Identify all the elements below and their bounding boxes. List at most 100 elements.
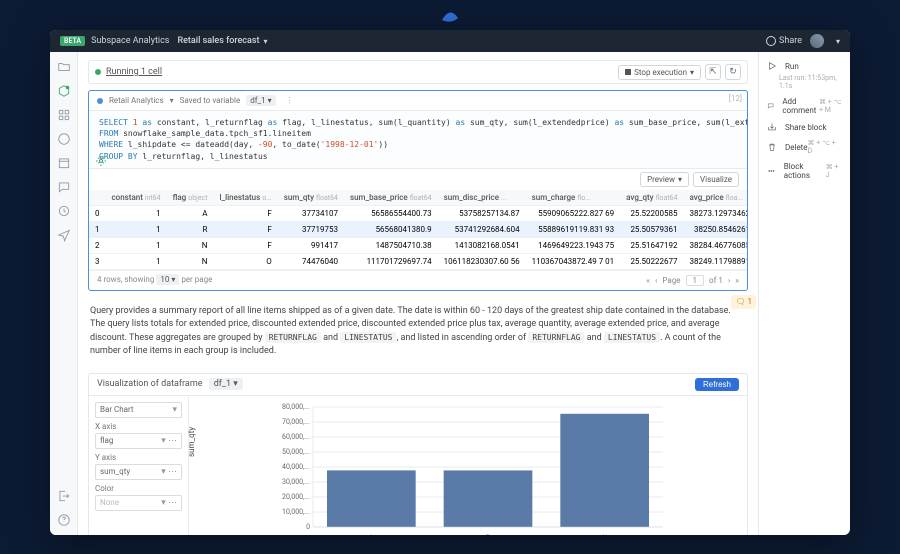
- visualize-button[interactable]: Visualize: [693, 172, 739, 187]
- table-header[interactable]: l_linestatuso...: [213, 190, 277, 206]
- color-select[interactable]: None▾ ⋯: [95, 495, 182, 511]
- chat-icon[interactable]: [57, 180, 71, 194]
- svg-text:N: N: [602, 534, 607, 535]
- page-last-icon[interactable]: »: [735, 276, 739, 285]
- table-row[interactable]: 31NO74476040111701729697.74106118230307.…: [89, 253, 747, 269]
- left-sidebar: [50, 52, 78, 535]
- apps-icon[interactable]: [57, 108, 71, 122]
- svg-text:80,000,...: 80,000,...: [282, 403, 310, 411]
- help-icon[interactable]: [57, 513, 71, 527]
- status-dot-icon: [95, 69, 101, 75]
- globe-icon: [766, 36, 776, 46]
- viz-var-select[interactable]: df_1 ▾: [209, 378, 243, 390]
- table-header[interactable]: sum_qtyfloat64: [278, 190, 344, 206]
- block-actions-panel: Run Last run: 11:53pm, 1.1s Add comment …: [758, 52, 850, 535]
- folder-icon[interactable]: [57, 60, 71, 74]
- chart-config-panel: Bar Chart▾ X axis flag▾ ⋯ Y axis sum_qty…: [89, 396, 189, 535]
- chevron-down-icon: ▾: [690, 68, 694, 77]
- chevron-down-icon[interactable]: ▾: [836, 37, 840, 46]
- delete-action[interactable]: Delete ⌘ + ⌥ + D: [765, 136, 844, 159]
- svg-text:60,000,...: 60,000,...: [282, 433, 310, 441]
- visualization-cell: Visualization of dataframe df_1 ▾ Refres…: [88, 373, 748, 535]
- cell-menu-icon[interactable]: ⋮: [286, 96, 294, 105]
- run-action[interactable]: Run: [765, 58, 844, 75]
- y-axis-label: sum_qty: [187, 427, 196, 457]
- share-button[interactable]: Share: [766, 36, 802, 46]
- svg-text:30,000,...: 30,000,...: [282, 478, 310, 486]
- pin-icon[interactable]: ⇱: [705, 64, 721, 80]
- svg-text:10,000,...: 10,000,...: [282, 508, 310, 516]
- engine-label[interactable]: Retail Analytics: [109, 96, 164, 105]
- chevron-down-icon[interactable]: ▾: [263, 37, 267, 46]
- color-label: Color: [95, 484, 182, 493]
- logout-icon[interactable]: [57, 489, 71, 503]
- svg-text:0: 0: [306, 523, 310, 531]
- avatar[interactable]: [810, 34, 824, 48]
- svg-text:20,000,...: 20,000,...: [282, 493, 310, 501]
- calendar-icon[interactable]: [57, 156, 71, 170]
- app-window: BETA Subspace Analytics Retail sales for…: [50, 30, 850, 535]
- brand-logo-icon: [439, 8, 461, 28]
- description-cell[interactable]: 🗨 1 Query provides a summary report of a…: [88, 301, 748, 363]
- add-comment-action[interactable]: Add comment ⌘ + ⌥ + M: [765, 94, 844, 119]
- chevron-down-icon[interactable]: ▾: [170, 96, 174, 105]
- page-input[interactable]: 1: [686, 275, 705, 286]
- svg-text:70,000,...: 70,000,...: [282, 418, 310, 426]
- share-label: Share: [779, 36, 802, 46]
- beta-badge: BETA: [60, 36, 85, 46]
- block-actions-action[interactable]: Block actions ⌘ + J: [765, 159, 844, 184]
- var-chip[interactable]: df_1 ▾: [246, 95, 275, 106]
- result-table: constantint64flagobjectl_linestatuso...s…: [89, 190, 747, 270]
- table-header[interactable]: avg_qtyfloat64: [620, 190, 683, 206]
- page-prev-icon[interactable]: ‹: [655, 276, 657, 285]
- share-block-action[interactable]: Share block: [765, 119, 844, 136]
- status-text[interactable]: Running 1 cell: [106, 67, 162, 77]
- last-run-text: Last run: 11:53pm, 1.1s: [779, 74, 844, 90]
- send-icon[interactable]: [57, 228, 71, 242]
- stop-execution-button[interactable]: Stop execution ▾: [618, 65, 701, 80]
- table-header[interactable]: sum_chargeflo...: [526, 190, 621, 206]
- github-icon[interactable]: [57, 132, 71, 146]
- page-size-select[interactable]: 10 ▾: [156, 274, 179, 285]
- app-name: Subspace Analytics: [91, 36, 169, 46]
- page-next-icon[interactable]: ›: [728, 276, 730, 285]
- refresh-icon[interactable]: ↻: [725, 64, 741, 80]
- pagination: 4 rows, showing 10 ▾ per page « ‹ Page 1…: [89, 270, 747, 290]
- yaxis-label: Y axis: [95, 453, 182, 462]
- saved-label: Saved to variable: [180, 96, 241, 105]
- table-row[interactable]: 21NF9914171487504710.381413082168.054114…: [89, 237, 747, 253]
- table-header[interactable]: [89, 190, 106, 206]
- table-header[interactable]: avg_pricefloa...: [684, 190, 747, 206]
- xaxis-label: X axis: [95, 422, 182, 431]
- stop-icon: [625, 69, 631, 75]
- table-header[interactable]: flagobject: [167, 190, 214, 206]
- table-header[interactable]: sum_base_pricefloat64: [344, 190, 438, 206]
- page-first-icon[interactable]: «: [646, 276, 650, 285]
- sql-cell[interactable]: [12] Retail Analytics ▾ Saved to variable…: [88, 90, 748, 291]
- comment-badge[interactable]: 🗨 1: [731, 295, 756, 309]
- notebook-content: Running 1 cell Stop execution ▾ ⇱ ↻ [12]: [78, 52, 758, 535]
- viz-title: Visualization of dataframe: [97, 379, 203, 389]
- yaxis-select[interactable]: sum_qty▾ ⋯: [95, 464, 182, 480]
- run-status-bar: Running 1 cell Stop execution ▾ ⇱ ↻: [88, 60, 748, 84]
- refresh-button[interactable]: Refresh: [695, 378, 739, 391]
- bar-chart: sum_qty 0 10,000,... 20,000,... 30,000,... 4…: [189, 396, 747, 535]
- chart-type-select[interactable]: Bar Chart▾: [95, 402, 182, 418]
- hex-icon[interactable]: [57, 84, 71, 98]
- table-header[interactable]: constantint64: [106, 190, 167, 206]
- preview-button[interactable]: Preview ▾: [640, 172, 689, 187]
- table-row[interactable]: 01AF3773410756586554400.7353758257134.87…: [89, 205, 747, 221]
- svg-text:R: R: [486, 534, 491, 535]
- xaxis-select[interactable]: flag▾ ⋯: [95, 433, 182, 449]
- svg-text:50,000,...: 50,000,...: [282, 448, 310, 456]
- cell-index: [12]: [729, 94, 742, 103]
- sql-editor[interactable]: SELECT 1 as constant, l_returnflag as fl…: [89, 111, 747, 168]
- svg-text:A: A: [369, 534, 374, 535]
- document-title[interactable]: Retail sales forecast: [177, 36, 259, 46]
- clock-icon[interactable]: [57, 204, 71, 218]
- engine-dot-icon: [97, 98, 103, 104]
- table-header[interactable]: sum_disc_price...: [438, 190, 526, 206]
- svg-text:40,000,...: 40,000,...: [282, 463, 310, 471]
- table-row[interactable]: 11RF3771975356568041380.953741292684.604…: [89, 221, 747, 237]
- title-bar: BETA Subspace Analytics Retail sales for…: [50, 30, 850, 52]
